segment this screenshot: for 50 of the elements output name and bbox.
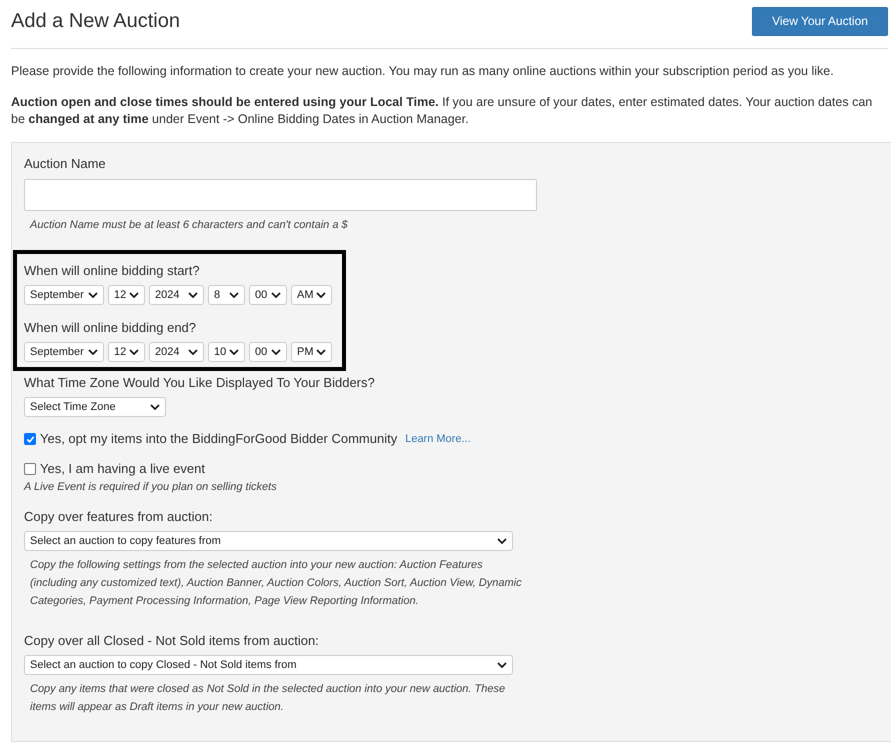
dropdown[interactable]: 12: [108, 342, 145, 362]
chevron-down-icon: [316, 349, 326, 355]
dropdown[interactable]: 8: [208, 285, 245, 305]
help-text: Auction Name must be at least 6 characters and can't contain a $: [30, 218, 349, 233]
help-text: A Live Event is required if you plan on selling tickets: [24, 480, 278, 495]
dropdown[interactable]: AM: [291, 285, 332, 305]
dropdown[interactable]: Select an auction to copy Closed - Not Sold items from: [24, 655, 513, 675]
chevron-down-icon: [271, 292, 281, 298]
dropdown[interactable]: 00: [249, 342, 287, 362]
help-text: Copy any items that were closed as Not Sold in the selected auction into your new auction. These items will appear as Draft items in your new auction.: [30, 682, 506, 715]
chevron-down-icon: [229, 349, 239, 355]
field-label: When will online bidding end?: [24, 319, 198, 337]
field-label: Copy over all Closed - Not Sold items from auction:: [24, 632, 320, 650]
auction-name-input[interactable]: [24, 179, 537, 211]
chevron-down-icon: [88, 292, 98, 298]
chevron-down-icon: [229, 292, 239, 298]
intro-paragraph: Please provide the following information to create your new auction. You may run as many online auctions within your subscription period as you like.: [11, 63, 835, 80]
dropdown[interactable]: 10: [208, 342, 245, 362]
chevron-down-icon: [188, 292, 198, 298]
field-label: Copy over features from auction:: [24, 508, 214, 526]
dropdown[interactable]: September: [24, 342, 104, 362]
page-title: Add a New Auction: [11, 9, 180, 34]
learn-more-link[interactable]: Learn More...: [405, 430, 471, 448]
chevron-down-icon: [129, 292, 139, 298]
dropdown[interactable]: 2024: [149, 342, 204, 362]
dropdown[interactable]: September: [24, 285, 104, 305]
chevron-down-icon: [150, 404, 160, 410]
field-label: When will online bidding start?: [24, 262, 201, 280]
field-label: Auction Name: [24, 155, 107, 173]
chevron-down-icon: [316, 292, 326, 298]
view-auction-button[interactable]: View Your Auction: [752, 6, 888, 36]
chevron-down-icon: [129, 349, 139, 355]
help-text: Copy the following settings from the selected auction into your new auction: Auction Features (including any customized text), Auction Banner, Auction Colors, Auction Sort, Auction View, Dynamic Categories, Payment Processing Information, Page View Reporting Information.: [30, 558, 523, 609]
dropdown[interactable]: 12: [108, 285, 145, 305]
checkbox[interactable]: [24, 463, 36, 475]
dropdown[interactable]: Select an auction to copy features from: [24, 531, 513, 551]
chevron-down-icon: [497, 662, 507, 668]
dropdown[interactable]: Select Time Zone: [24, 397, 166, 417]
chevron-down-icon: [188, 349, 198, 355]
checkbox-label: Yes, opt my items into the BiddingForGood Bidder Community: [40, 430, 398, 448]
chevron-down-icon: [88, 349, 98, 355]
checkbox[interactable]: [24, 433, 36, 445]
dropdown[interactable]: 00: [249, 285, 287, 305]
dropdown[interactable]: 2024: [149, 285, 204, 305]
chevron-down-icon: [271, 349, 281, 355]
checkbox-label: Yes, I am having a live event: [40, 460, 206, 478]
dropdown[interactable]: PM: [291, 342, 332, 362]
field-label: What Time Zone Would You Like Displayed To Your Bidders?: [24, 374, 376, 392]
intro-paragraph: Auction open and close times should be entered using your Local Time. If you are unsure of your dates, enter estimated dates. Your auction dates can be changed at any time under Event -> Online Bidding Dates in Auction Manager.: [11, 94, 874, 128]
chevron-down-icon: [497, 538, 507, 544]
